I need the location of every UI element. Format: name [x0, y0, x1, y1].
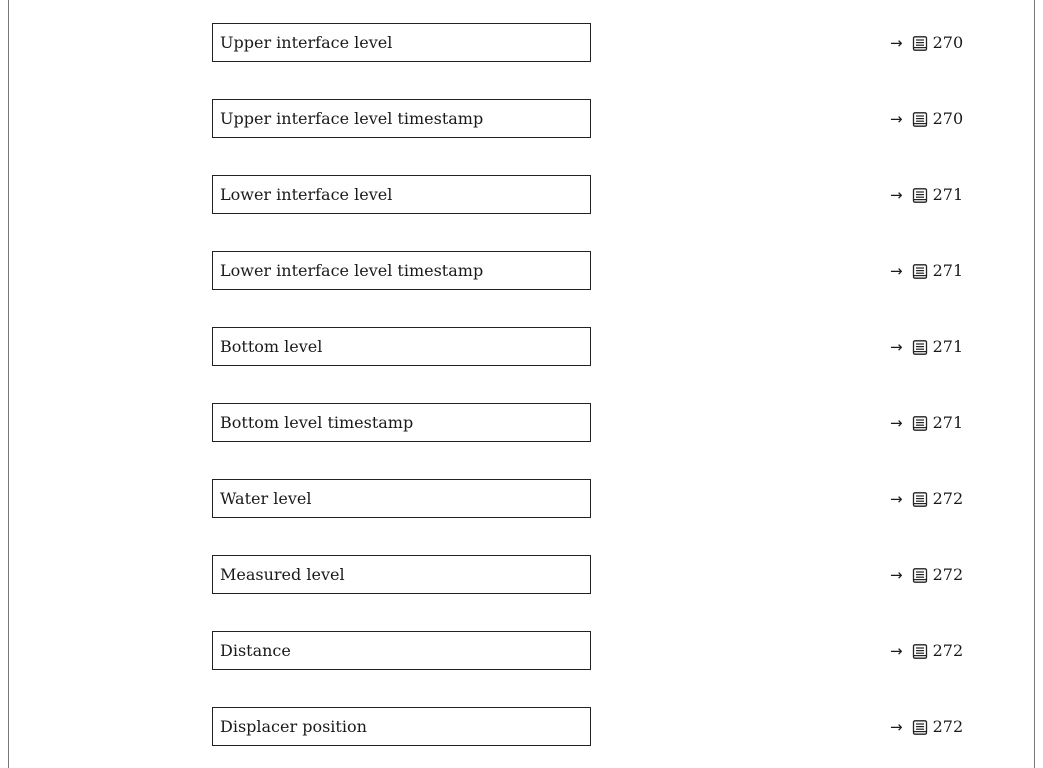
- arrow-right-icon: →: [890, 413, 903, 432]
- parameter-box[interactable]: Upper interface level timestamp: [212, 99, 591, 138]
- book-icon: [912, 644, 928, 659]
- parameter-row: Bottom level timestamp → 271: [0, 403, 1043, 442]
- book-icon: [912, 492, 928, 507]
- page-number: 272: [932, 641, 964, 660]
- parameter-box[interactable]: Bottom level timestamp: [212, 403, 591, 442]
- page-reference-link[interactable]: → 270: [890, 99, 1000, 138]
- page-reference-link[interactable]: → 270: [890, 23, 1000, 62]
- arrow-right-icon: →: [890, 109, 903, 128]
- page-reference-link[interactable]: → 272: [890, 479, 1000, 518]
- page-number: 271: [932, 185, 964, 204]
- page-reference-link[interactable]: → 271: [890, 403, 1000, 442]
- parameter-row: Water level → 272: [0, 479, 1043, 518]
- arrow-right-icon: →: [890, 717, 903, 736]
- page-reference-link[interactable]: → 272: [890, 631, 1000, 670]
- page-reference-link[interactable]: → 272: [890, 555, 1000, 594]
- parameter-row: Bottom level → 271: [0, 327, 1043, 366]
- arrow-right-icon: →: [890, 641, 903, 660]
- arrow-right-icon: →: [890, 337, 903, 356]
- parameter-row: Lower interface level timestamp → 271: [0, 251, 1043, 290]
- page-number: 270: [932, 33, 964, 52]
- arrow-right-icon: →: [890, 33, 903, 52]
- book-icon: [912, 188, 928, 203]
- book-icon: [912, 568, 928, 583]
- page-number: 272: [932, 489, 964, 508]
- page-reference-link[interactable]: → 272: [890, 707, 1000, 746]
- parameter-row: Distance → 272: [0, 631, 1043, 670]
- parameter-box[interactable]: Displacer position: [212, 707, 591, 746]
- page-number: 272: [932, 717, 964, 736]
- page-number: 271: [932, 261, 964, 280]
- parameter-row: Lower interface level → 271: [0, 175, 1043, 214]
- page-reference-link[interactable]: → 271: [890, 175, 1000, 214]
- arrow-right-icon: →: [890, 489, 903, 508]
- parameter-row: Upper interface level timestamp → 270: [0, 99, 1043, 138]
- arrow-right-icon: →: [890, 565, 903, 584]
- parameter-box[interactable]: Measured level: [212, 555, 591, 594]
- parameter-box[interactable]: Water level: [212, 479, 591, 518]
- book-icon: [912, 112, 928, 127]
- page-reference-link[interactable]: → 271: [890, 327, 1000, 366]
- parameter-row: Measured level → 272: [0, 555, 1043, 594]
- book-icon: [912, 416, 928, 431]
- arrow-right-icon: →: [890, 261, 903, 280]
- parameter-box[interactable]: Lower interface level: [212, 175, 591, 214]
- parameter-row: Displacer position → 272: [0, 707, 1043, 746]
- page-number: 270: [932, 109, 964, 128]
- book-icon: [912, 340, 928, 355]
- parameter-row: Upper interface level → 270: [0, 23, 1043, 62]
- book-icon: [912, 36, 928, 51]
- page-number: 271: [932, 337, 964, 356]
- page-number: 271: [932, 413, 964, 432]
- book-icon: [912, 264, 928, 279]
- parameter-box[interactable]: Upper interface level: [212, 23, 591, 62]
- parameter-box[interactable]: Distance: [212, 631, 591, 670]
- book-icon: [912, 720, 928, 735]
- page-reference-link[interactable]: → 271: [890, 251, 1000, 290]
- arrow-right-icon: →: [890, 185, 903, 204]
- parameter-box[interactable]: Lower interface level timestamp: [212, 251, 591, 290]
- page-number: 272: [932, 565, 964, 584]
- parameter-box[interactable]: Bottom level: [212, 327, 591, 366]
